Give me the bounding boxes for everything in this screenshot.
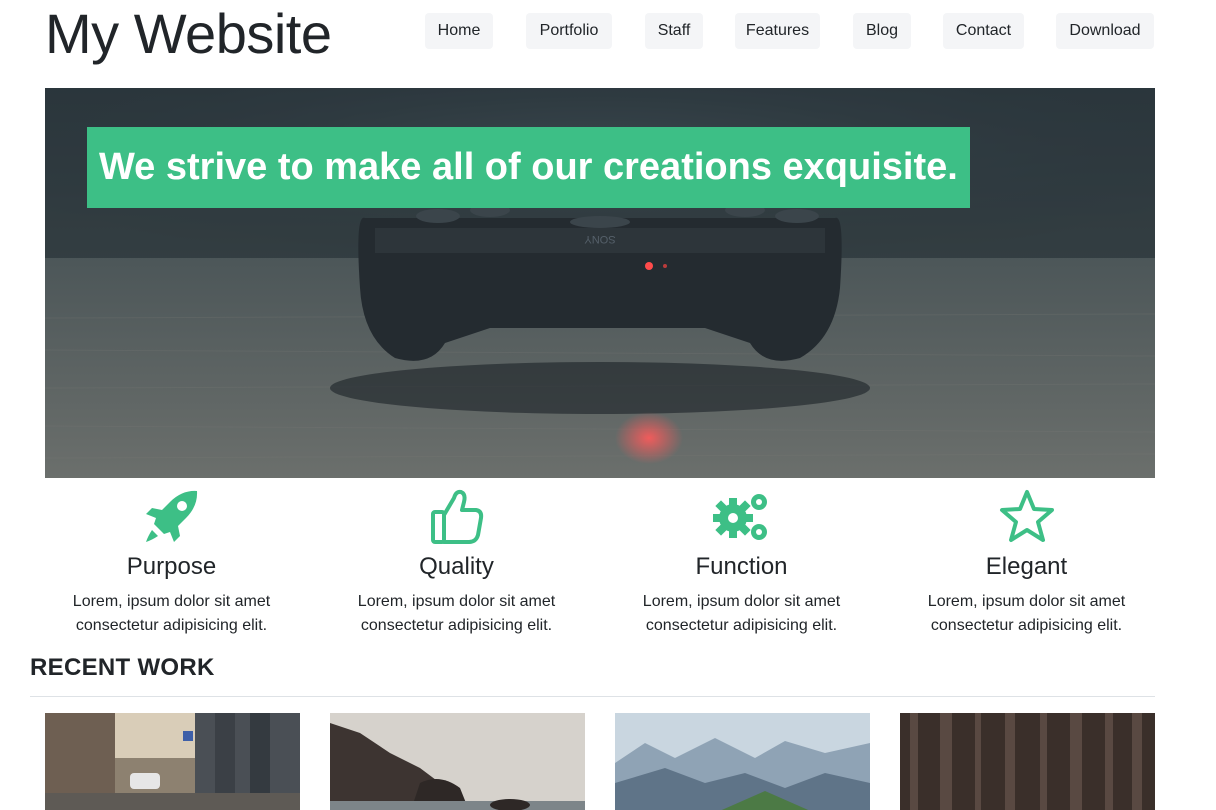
main-nav: Home Portfolio Staff Features Blog Conta…	[0, 13, 1216, 49]
recent-work-item-forest[interactable]	[900, 713, 1155, 810]
rocket-icon	[29, 488, 314, 546]
feature-elegant: Elegant Lorem, ipsum dolor sit amet conse…	[884, 488, 1169, 638]
nav-portfolio[interactable]: Portfolio	[526, 13, 612, 49]
feature-text: Lorem, ipsum dolor sit amet consectetur a…	[357, 593, 556, 634]
feature-title: Function	[695, 553, 788, 580]
thumbs-up-icon	[314, 488, 599, 546]
nav-contact[interactable]: Contact	[943, 13, 1024, 49]
section-divider	[30, 696, 1155, 697]
recent-work-item-mountains[interactable]	[615, 713, 870, 810]
feature-text: Lorem, ipsum dolor sit amet consectetur a…	[642, 593, 841, 634]
feature-quality: Quality Lorem, ipsum dolor sit amet conse…	[314, 488, 599, 638]
recent-work-title: RECENT WORK	[30, 654, 215, 681]
feature-purpose: Purpose Lorem, ipsum dolor sit amet conse…	[29, 488, 314, 638]
feature-title: Elegant	[985, 553, 1068, 580]
controller-brand-label: SONY	[584, 233, 616, 245]
nav-download[interactable]: Download	[1056, 13, 1154, 49]
recent-work-item-street[interactable]	[45, 713, 300, 810]
hero-headline: We strive to make all of our creations e…	[87, 127, 970, 208]
hero-banner: SONY We strive to make all of our creati…	[45, 88, 1155, 478]
nav-features[interactable]: Features	[735, 13, 820, 49]
feature-function: Function Lorem, ipsum dolor sit amet cons…	[599, 488, 884, 638]
gears-icon	[599, 488, 884, 546]
star-icon	[884, 488, 1169, 546]
nav-blog[interactable]: Blog	[853, 13, 911, 49]
nav-staff[interactable]: Staff	[645, 13, 703, 49]
feature-text: Lorem, ipsum dolor sit amet consectetur a…	[927, 593, 1126, 634]
recent-work-item-coast[interactable]	[330, 713, 585, 810]
feature-title: Quality	[419, 553, 494, 580]
nav-home[interactable]: Home	[425, 13, 493, 49]
feature-text: Lorem, ipsum dolor sit amet consectetur a…	[72, 593, 271, 634]
feature-title: Purpose	[126, 553, 217, 580]
